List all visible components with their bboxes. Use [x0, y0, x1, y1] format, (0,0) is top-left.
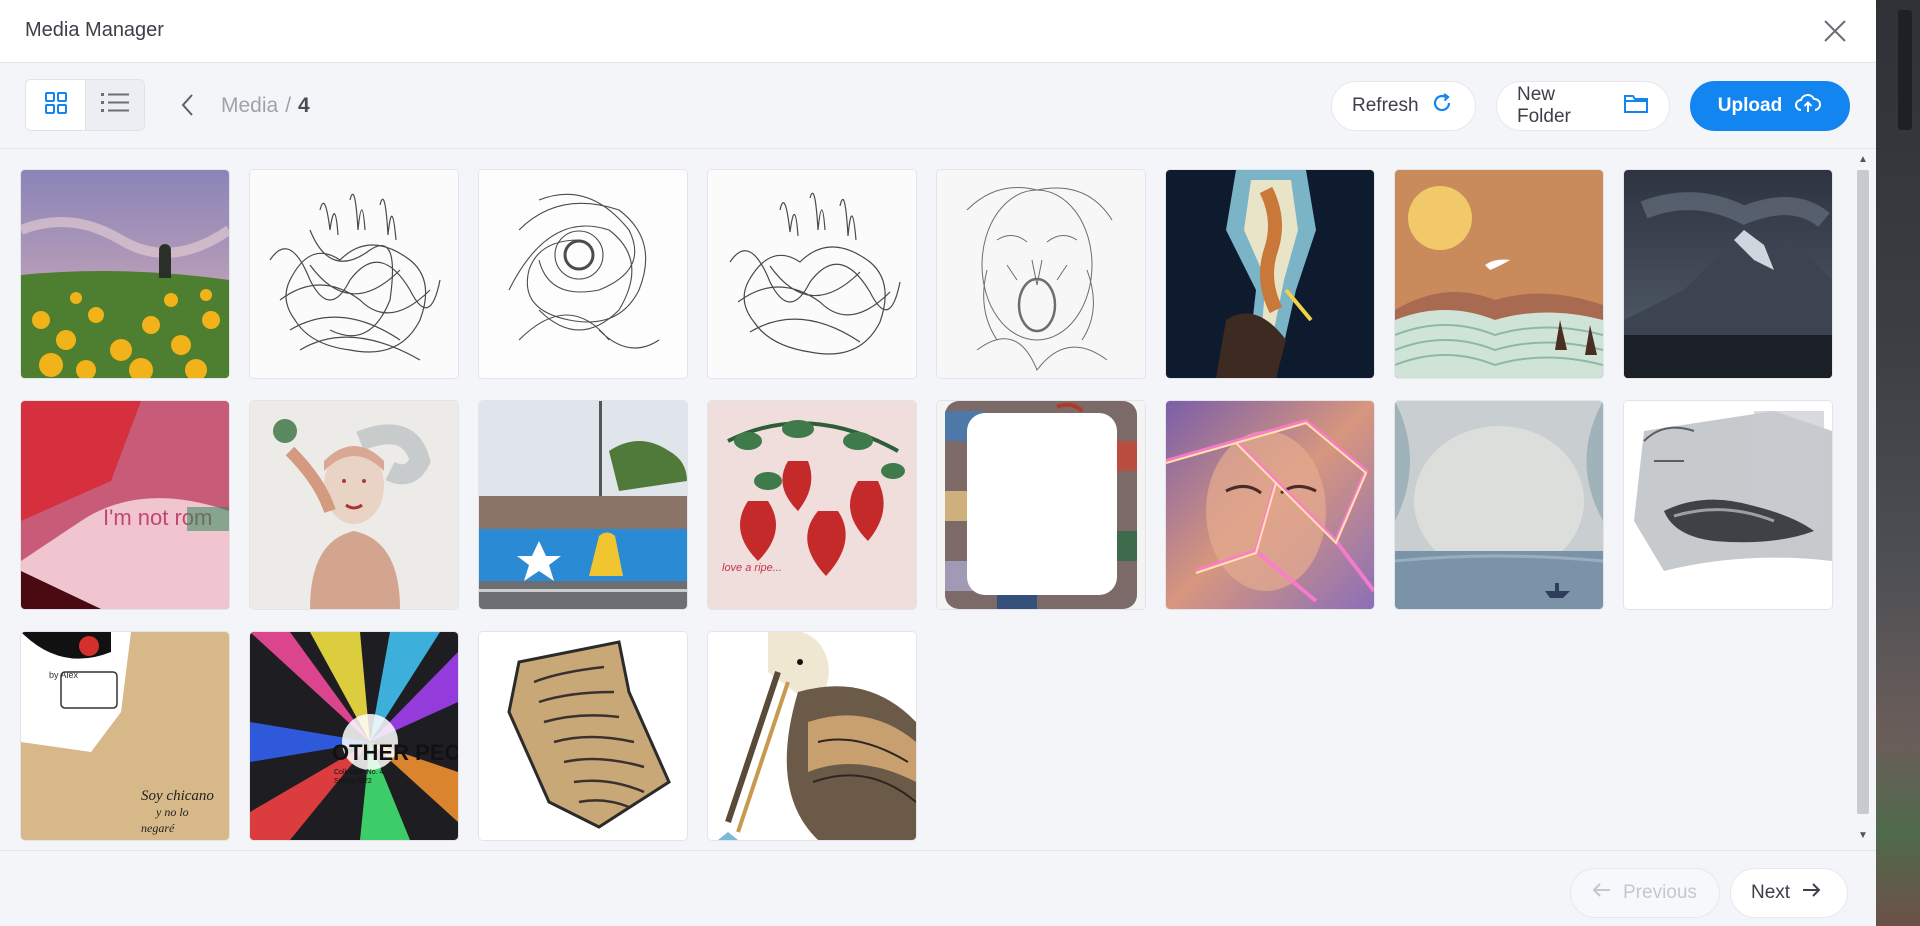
breadcrumb: Media / 4 — [221, 94, 310, 118]
media-tile[interactable] — [479, 170, 687, 378]
media-thumbnail — [1166, 170, 1374, 378]
media-tile[interactable] — [708, 170, 916, 378]
upload-label: Upload — [1717, 95, 1783, 116]
refresh-label: Refresh — [1352, 95, 1419, 116]
modal-header: Media Manager — [0, 0, 1876, 63]
media-thumbnail — [21, 170, 229, 378]
media-grid: I'm not rom love a ripe... by Alex Soy c… — [0, 150, 1876, 850]
close-icon[interactable] — [1822, 18, 1848, 44]
media-thumbnail: I'm not rom — [21, 401, 229, 609]
media-tile[interactable] — [708, 632, 916, 840]
upload-button[interactable]: Upload — [1690, 81, 1850, 131]
media-tile[interactable] — [1624, 170, 1832, 378]
modal-title: Media Manager — [25, 19, 164, 41]
media-tile[interactable] — [937, 170, 1145, 378]
background-page — [1876, 0, 1920, 926]
media-thumbnail — [1624, 401, 1832, 609]
tile-text-strawberry: love a ripe... — [722, 562, 782, 574]
tile-text-other-people: OTHER PEOP — [332, 740, 458, 765]
media-thumbnail — [708, 632, 916, 840]
media-thumbnail — [250, 170, 458, 378]
media-tile[interactable]: OTHER PEOP Collection No. 4 Spring 2022 — [250, 632, 458, 840]
media-thumbnail — [479, 632, 687, 840]
tile-text-collection: Collection No. 4 — [334, 769, 384, 776]
new-folder-button[interactable]: New Folder — [1496, 81, 1670, 131]
media-tile[interactable]: love a ripe... — [708, 401, 916, 609]
media-tile[interactable] — [1395, 401, 1603, 609]
view-toggle — [25, 79, 145, 131]
refresh-button[interactable]: Refresh — [1331, 81, 1476, 131]
background-scrollbar — [1898, 10, 1912, 130]
breadcrumb-root[interactable]: Media — [221, 94, 278, 117]
media-manager-modal: Media Manager Media / 4 Refresh New Folder… — [0, 0, 1876, 926]
media-tile[interactable] — [479, 401, 687, 609]
media-thumbnail — [937, 401, 1145, 609]
tile-text-alex: by Alex — [49, 670, 79, 680]
media-tile[interactable] — [479, 632, 687, 840]
toolbar: Media / 4 Refresh New Folder Upload — [0, 63, 1876, 149]
media-tile[interactable] — [1624, 401, 1832, 609]
media-thumbnail — [1395, 170, 1603, 378]
list-view-button[interactable] — [85, 80, 144, 130]
media-thumbnail — [937, 170, 1145, 378]
previous-label: Previous — [1623, 882, 1697, 903]
scroll-down-arrow[interactable]: ▼ — [1857, 830, 1869, 842]
media-thumbnail: OTHER PEOP Collection No. 4 Spring 2022 — [250, 632, 458, 840]
next-label: Next — [1751, 882, 1791, 903]
pagination-footer: Previous Next — [0, 850, 1876, 926]
media-thumbnail — [708, 170, 916, 378]
media-thumbnail: love a ripe... — [708, 401, 916, 609]
media-tile[interactable]: I'm not rom — [21, 401, 229, 609]
tile-text-chicano-sub2: negaré — [141, 821, 175, 835]
arrow-right-icon — [1802, 882, 1822, 904]
media-tile[interactable] — [1166, 170, 1374, 378]
media-thumbnail — [1166, 401, 1374, 609]
breadcrumb-current: 4 — [298, 94, 310, 117]
breadcrumb-separator: / — [285, 94, 292, 117]
media-thumbnail — [479, 170, 687, 378]
cloud-upload-icon — [1794, 92, 1822, 120]
media-tile[interactable] — [250, 170, 458, 378]
media-thumbnail — [1624, 170, 1832, 378]
tile-text-chicano-sub: y no lo — [155, 805, 189, 819]
arrow-left-icon — [1591, 882, 1611, 904]
tile-text-chicano: Soy chicano — [141, 788, 214, 804]
scrollbar-thumb[interactable] — [1857, 170, 1869, 814]
media-thumbnail — [250, 401, 458, 609]
media-tile[interactable]: by Alex Soy chicano y no lo negaré — [21, 632, 229, 840]
media-tile[interactable] — [21, 170, 229, 378]
media-tile[interactable] — [1166, 401, 1374, 609]
grid-view-icon — [44, 91, 68, 120]
new-folder-label: New Folder — [1517, 84, 1571, 127]
media-tile[interactable] — [937, 401, 1145, 609]
media-thumbnail — [479, 401, 687, 609]
media-tile[interactable] — [1395, 170, 1603, 378]
grid-view-button[interactable] — [26, 80, 85, 130]
refresh-icon — [1431, 92, 1453, 120]
chevron-left-icon[interactable] — [178, 92, 198, 118]
media-thumbnail: by Alex Soy chicano y no lo negaré — [21, 632, 229, 840]
vertical-scrollbar[interactable]: ▲ ▼ — [1853, 150, 1871, 850]
media-thumbnail — [1395, 401, 1603, 609]
folder-icon — [1623, 92, 1649, 120]
previous-button[interactable]: Previous — [1570, 868, 1720, 918]
media-tile[interactable] — [250, 401, 458, 609]
next-button[interactable]: Next — [1730, 868, 1848, 918]
tile-text-spring: Spring 2022 — [334, 778, 372, 785]
list-view-icon — [101, 92, 129, 119]
scroll-up-arrow[interactable]: ▲ — [1857, 154, 1869, 166]
